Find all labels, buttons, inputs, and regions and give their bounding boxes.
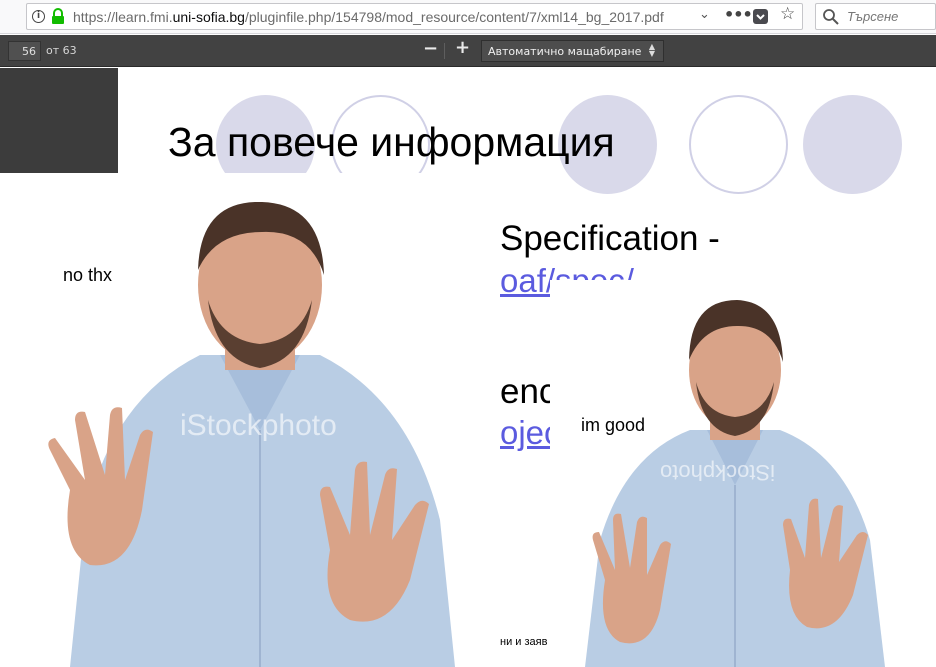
pocket-icon[interactable]: [753, 9, 768, 24]
slide-title: За повече информация: [168, 119, 615, 165]
info-icon[interactable]: i: [32, 10, 45, 23]
select-arrows-icon: ▲ ▼: [648, 42, 655, 58]
url-bar[interactable]: i https://learn.fmi.uni-sofia.bg/pluginf…: [26, 3, 803, 30]
viewer-sidebar: [0, 68, 118, 173]
search-box[interactable]: Търсене: [815, 3, 936, 30]
zoom-select-value: Автоматично мащабиране: [488, 45, 642, 58]
page-count: от 63: [46, 44, 77, 57]
slide-text-line: Specification -: [500, 219, 720, 258]
pdf-toolbar: 56 от 63 − + Автоматично мащабиране ▲ ▼: [0, 35, 936, 67]
watermark-text: iStockphoto: [660, 460, 775, 485]
slide-circle-decoration: [803, 95, 902, 194]
page-number-input[interactable]: 56: [8, 41, 41, 61]
zoom-select[interactable]: Автоматично мащабиране ▲ ▼: [481, 40, 664, 62]
watermark-text: iStockphoto: [180, 409, 337, 442]
zoom-in-button[interactable]: +: [455, 37, 470, 58]
slide-text-line: enc: [500, 372, 557, 411]
search-placeholder: Търсене: [847, 9, 899, 24]
url-text[interactable]: https://learn.fmi.uni-sofia.bg/pluginfil…: [73, 9, 664, 25]
browser-toolbar: i https://learn.fmi.uni-sofia.bg/pluginf…: [0, 0, 936, 34]
man-refusing-illustration: iStockphoto: [48, 201, 455, 667]
zoom-out-button[interactable]: −: [423, 38, 438, 59]
search-icon: [823, 9, 839, 25]
star-icon[interactable]: ☆: [780, 4, 795, 24]
slide-footer-text: ни и заяв: [500, 636, 548, 648]
more-actions-icon[interactable]: •••: [724, 5, 753, 24]
chevron-down-icon[interactable]: ⌄: [699, 7, 710, 22]
slide-circle-decoration: [689, 95, 788, 194]
zoom-divider: [444, 43, 445, 59]
man-refusing-illustration-small: iStockphoto: [585, 300, 885, 667]
lock-icon: [52, 8, 64, 24]
